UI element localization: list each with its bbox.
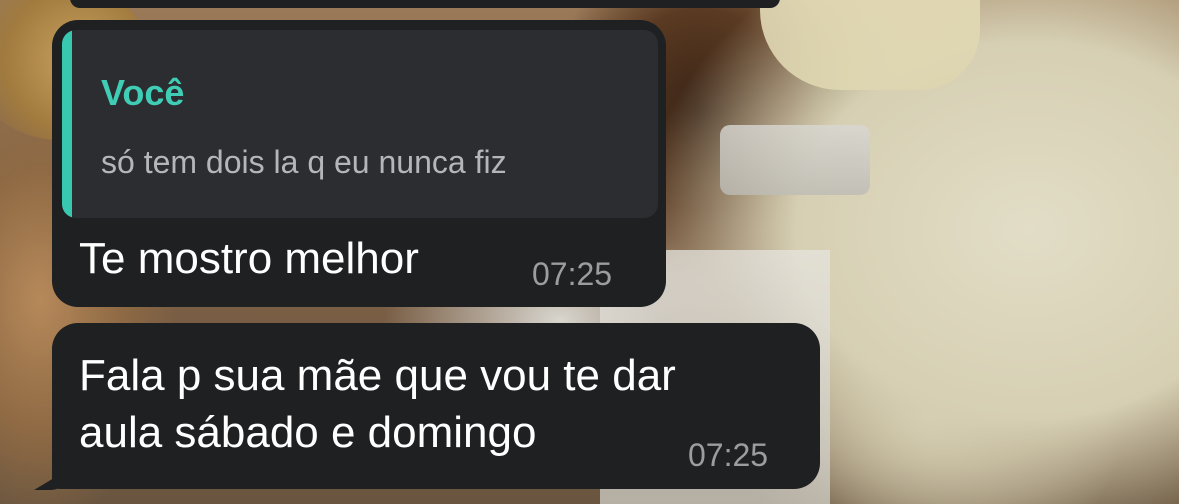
message-timestamp: 07:25 (688, 437, 769, 473)
previous-message-bubble-edge[interactable] (70, 0, 780, 8)
message-line: Fala p sua mãe que vou te dar (79, 351, 676, 400)
quote-accent-bar (62, 30, 72, 218)
message-timestamp: 07:25 (532, 256, 613, 292)
message-text: Fala p sua mãe que vou te dar aula sábad… (79, 347, 676, 461)
message-line: Te mostro melhor (79, 234, 419, 283)
wallpaper-photo-detail (760, 0, 980, 90)
quoted-reply[interactable]: Você só tem dois la q eu nunca fiz (62, 30, 658, 218)
message-bubble[interactable]: Fala p sua mãe que vou te dar aula sábad… (52, 323, 820, 489)
quoted-text: só tem dois la q eu nunca fiz (101, 144, 507, 180)
message-text: Te mostro melhor (79, 230, 419, 287)
message-bubble[interactable]: Você só tem dois la q eu nunca fiz Te mo… (52, 20, 666, 307)
message-line: aula sábado e domingo (79, 408, 537, 457)
wallpaper-photo-detail (720, 125, 870, 195)
quoted-author: Você (101, 72, 185, 113)
